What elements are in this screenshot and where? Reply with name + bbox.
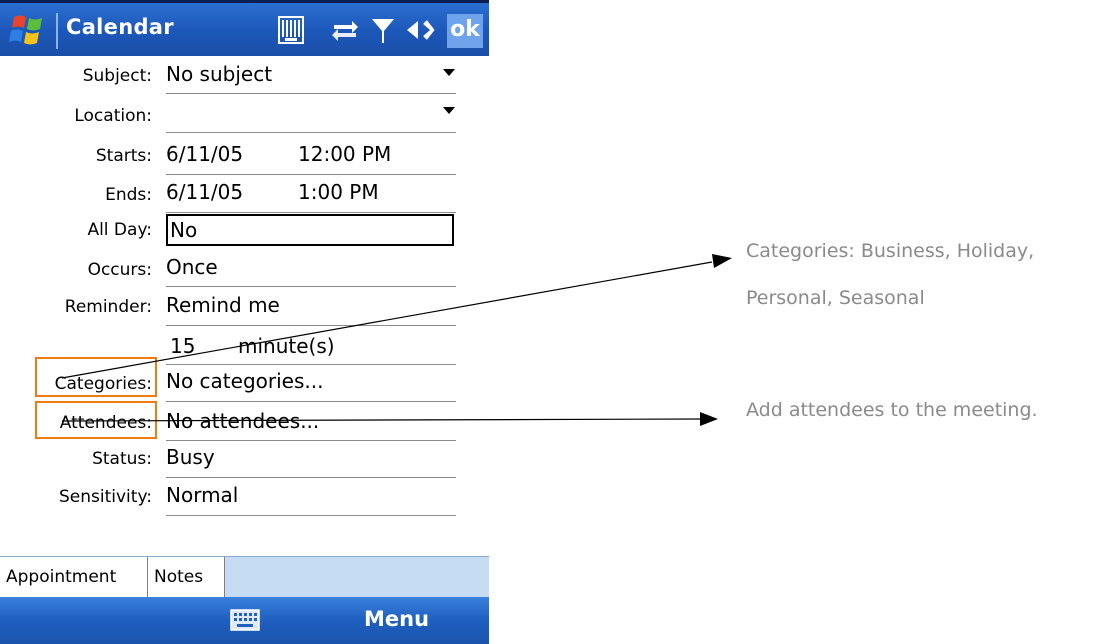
reminder-amount-field[interactable]: 15 <box>170 334 195 358</box>
status-underline <box>166 477 456 478</box>
attendees-note: Add attendees to the meeting. <box>746 399 1038 421</box>
reminder-row: Reminder: Remind me <box>0 290 489 328</box>
categories-highlight-box <box>35 357 157 397</box>
starts-date-field[interactable]: 6/11/05 <box>166 142 243 166</box>
occurs-row: Occurs: Once <box>0 252 489 290</box>
subject-label: Subject: <box>82 66 152 86</box>
keyboard-icon[interactable] <box>230 609 260 631</box>
all-day-value: No <box>170 218 198 242</box>
ends-date-field[interactable]: 6/11/05 <box>166 180 243 204</box>
reminder-amount-underline <box>166 364 456 365</box>
sensitivity-label: Sensitivity: <box>59 487 152 507</box>
all-day-label: All Day: <box>87 220 152 240</box>
sip-keyboard-status-icon[interactable] <box>276 15 306 45</box>
ends-label: Ends: <box>105 185 152 205</box>
subject-field[interactable]: No subject <box>166 62 456 86</box>
attendees-highlight-box <box>35 401 157 439</box>
connectivity-icon[interactable] <box>330 15 360 45</box>
status-row: Status: Busy <box>0 442 489 480</box>
sensitivity-row: Sensitivity: Normal <box>0 480 489 518</box>
title-separator <box>56 13 58 49</box>
location-row: Location: <box>0 96 489 134</box>
windows-start-icon[interactable] <box>8 13 48 47</box>
starts-time-field[interactable]: 12:00 PM <box>298 142 391 166</box>
starts-label: Starts: <box>95 146 152 166</box>
pocket-pc-screen: Calendar ok Subject: No subject Location… <box>0 0 489 644</box>
location-dropdown-icon[interactable] <box>443 107 455 114</box>
location-underline <box>166 132 456 133</box>
categories-underline <box>166 401 456 402</box>
reminder-field[interactable]: Remind me <box>166 293 456 317</box>
subject-underline <box>166 93 456 94</box>
tab-bar: Appointment Notes <box>0 556 489 598</box>
status-label: Status: <box>92 449 152 469</box>
reminder-unit-field[interactable]: minute(s) <box>238 334 335 358</box>
starts-underline <box>166 174 456 175</box>
all-day-field[interactable]: No <box>166 214 454 246</box>
ends-row: Ends: 6/11/05 1:00 PM <box>0 176 489 214</box>
location-label: Location: <box>74 106 152 126</box>
subject-dropdown-icon[interactable] <box>443 69 455 76</box>
attendees-underline <box>166 440 456 441</box>
status-field[interactable]: Busy <box>166 445 456 469</box>
subject-row: Subject: No subject <box>0 58 489 96</box>
tab-appointment[interactable]: Appointment <box>0 557 148 597</box>
softkey-bar: Menu <box>0 597 489 644</box>
signal-icon[interactable] <box>370 15 396 45</box>
attendees-field[interactable]: No attendees... <box>166 409 456 433</box>
starts-row: Starts: 6/11/05 12:00 PM <box>0 136 489 175</box>
occurs-field[interactable]: Once <box>166 255 456 279</box>
occurs-underline <box>166 286 456 287</box>
categories-note-line2: Personal, Seasonal <box>746 287 925 309</box>
reminder-label: Reminder: <box>64 297 152 317</box>
categories-arrowhead <box>712 254 732 268</box>
ends-time-field[interactable]: 1:00 PM <box>298 180 379 204</box>
app-title: Calendar <box>66 15 174 39</box>
title-bar: Calendar ok <box>0 0 489 56</box>
all-day-row: All Day: No <box>0 212 489 250</box>
occurs-label: Occurs: <box>87 260 152 280</box>
categories-note-line1: Categories: Business, Holiday, <box>746 240 1035 262</box>
reminder-underline <box>166 325 456 326</box>
tab-notes[interactable]: Notes <box>148 557 225 597</box>
sensitivity-underline <box>166 515 456 516</box>
categories-field[interactable]: No categories... <box>166 369 456 393</box>
sensitivity-field[interactable]: Normal <box>166 483 456 507</box>
ok-button[interactable]: ok <box>447 14 483 48</box>
menu-softkey[interactable]: Menu <box>364 607 429 631</box>
volume-icon[interactable] <box>404 15 438 45</box>
attendees-arrowhead <box>700 412 718 426</box>
